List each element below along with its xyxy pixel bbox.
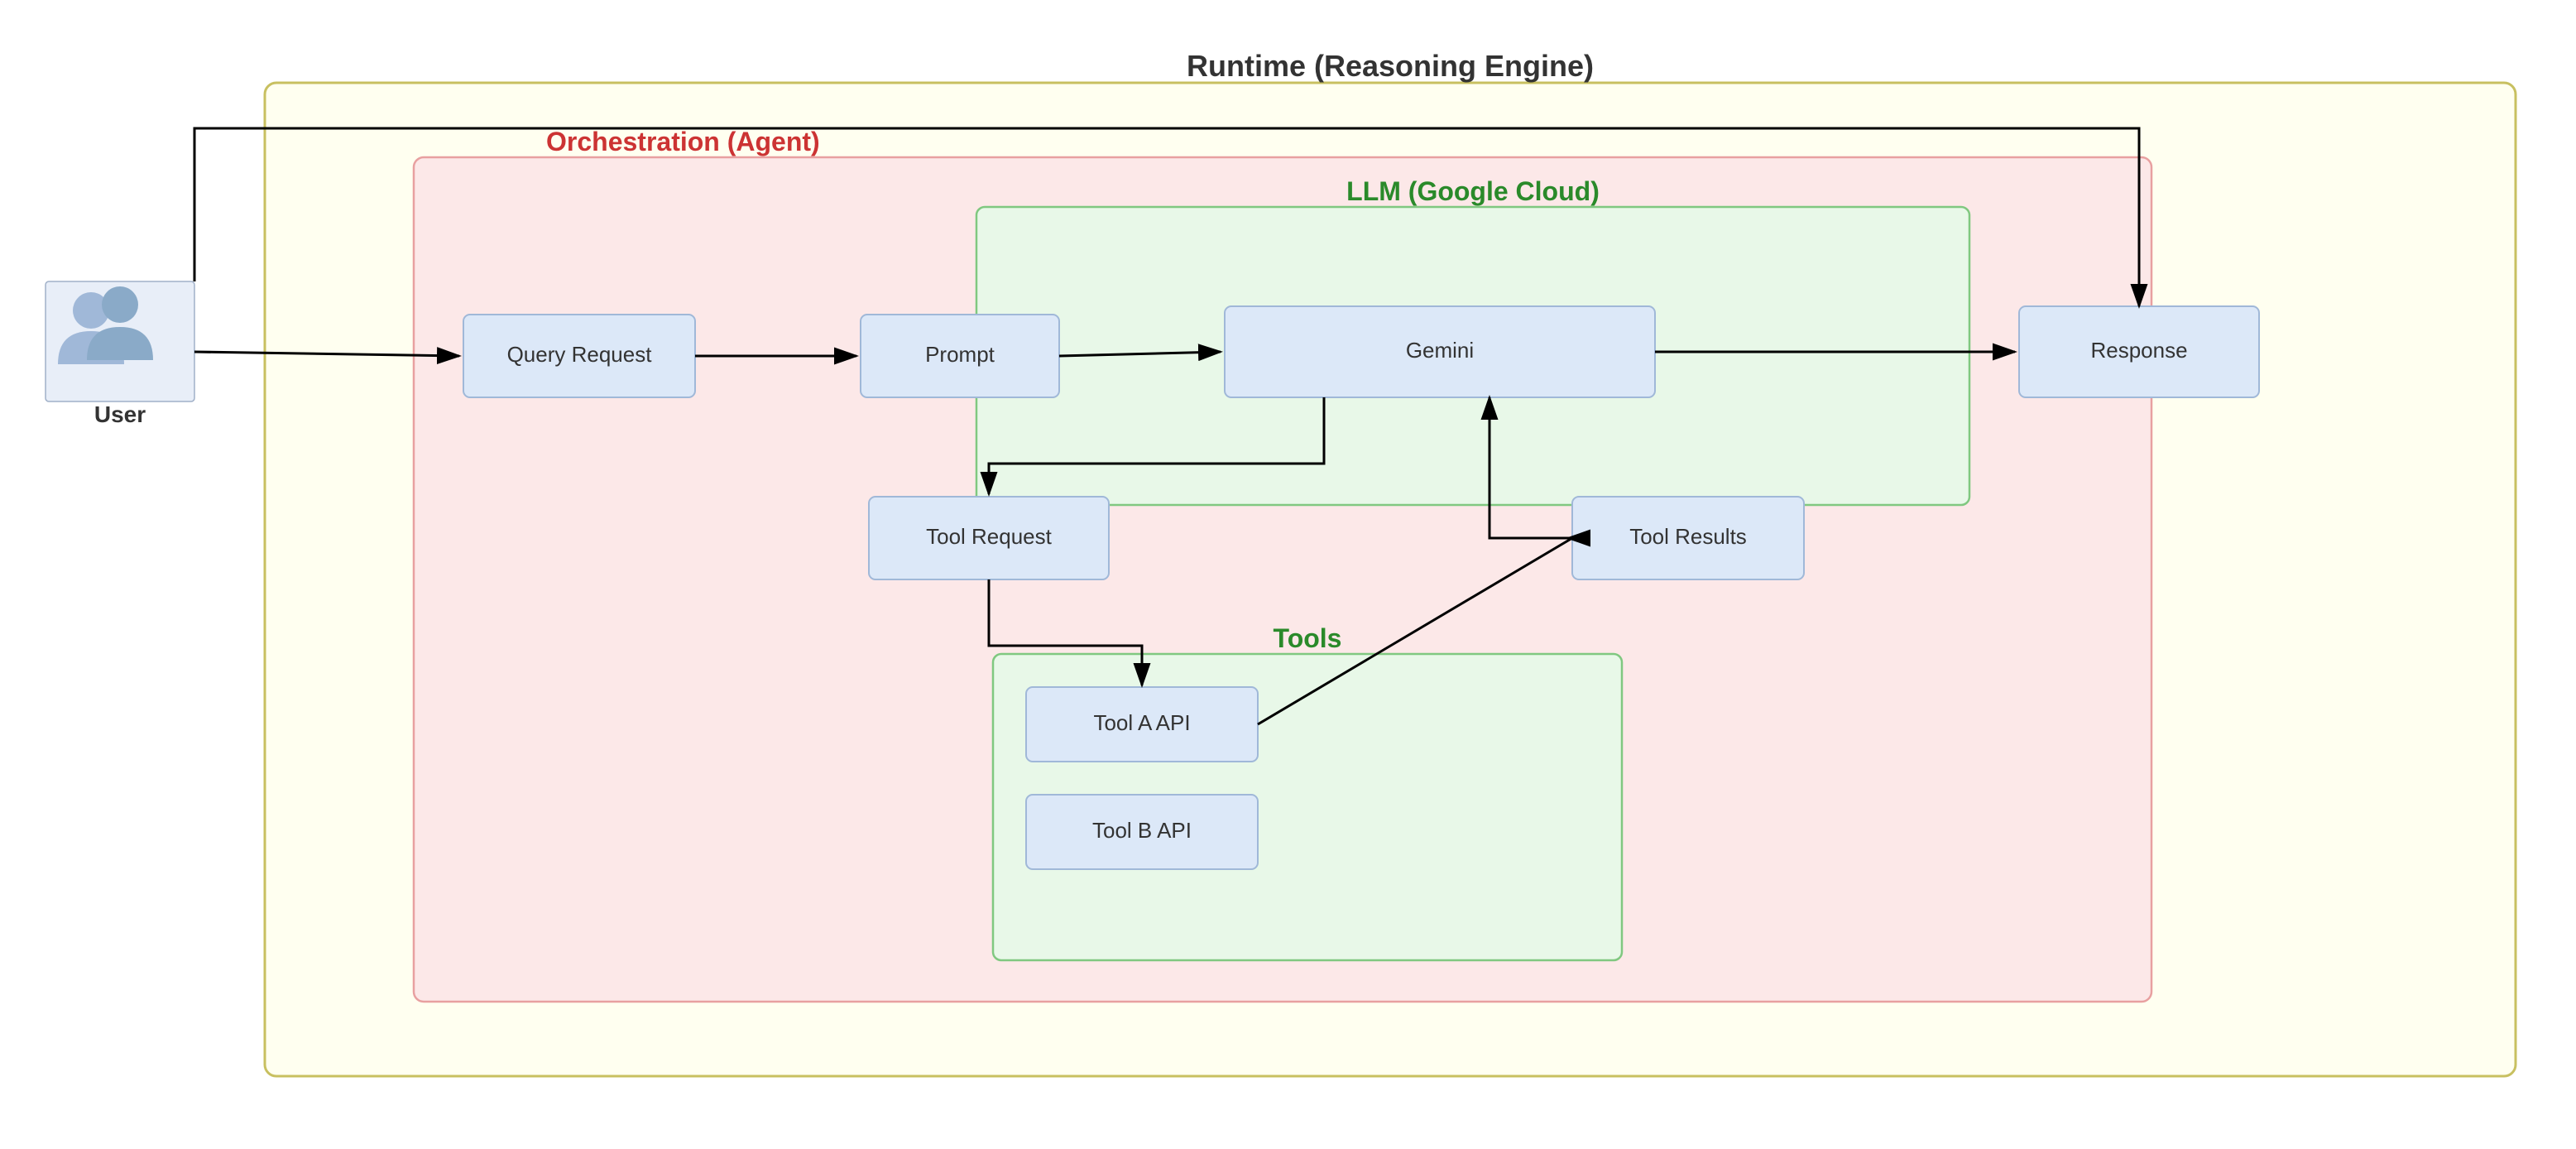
user-label: User	[94, 401, 146, 427]
tool-request-node: Tool Request	[926, 524, 1053, 549]
tool-b-node: Tool B API	[1092, 818, 1192, 843]
tools-label: Tools	[1274, 623, 1342, 653]
query-request-node: Query Request	[507, 342, 653, 367]
tool-a-node: Tool A API	[1093, 710, 1190, 735]
runtime-label: Runtime (Reasoning Engine)	[1187, 49, 1594, 83]
llm-label: LLM (Google Cloud)	[1346, 176, 1600, 206]
gemini-node: Gemini	[1406, 338, 1474, 363]
tool-results-node: Tool Results	[1629, 524, 1747, 549]
orchestration-label: Orchestration (Agent)	[546, 127, 820, 156]
prompt-node: Prompt	[925, 342, 995, 367]
response-node: Response	[2090, 338, 2187, 363]
